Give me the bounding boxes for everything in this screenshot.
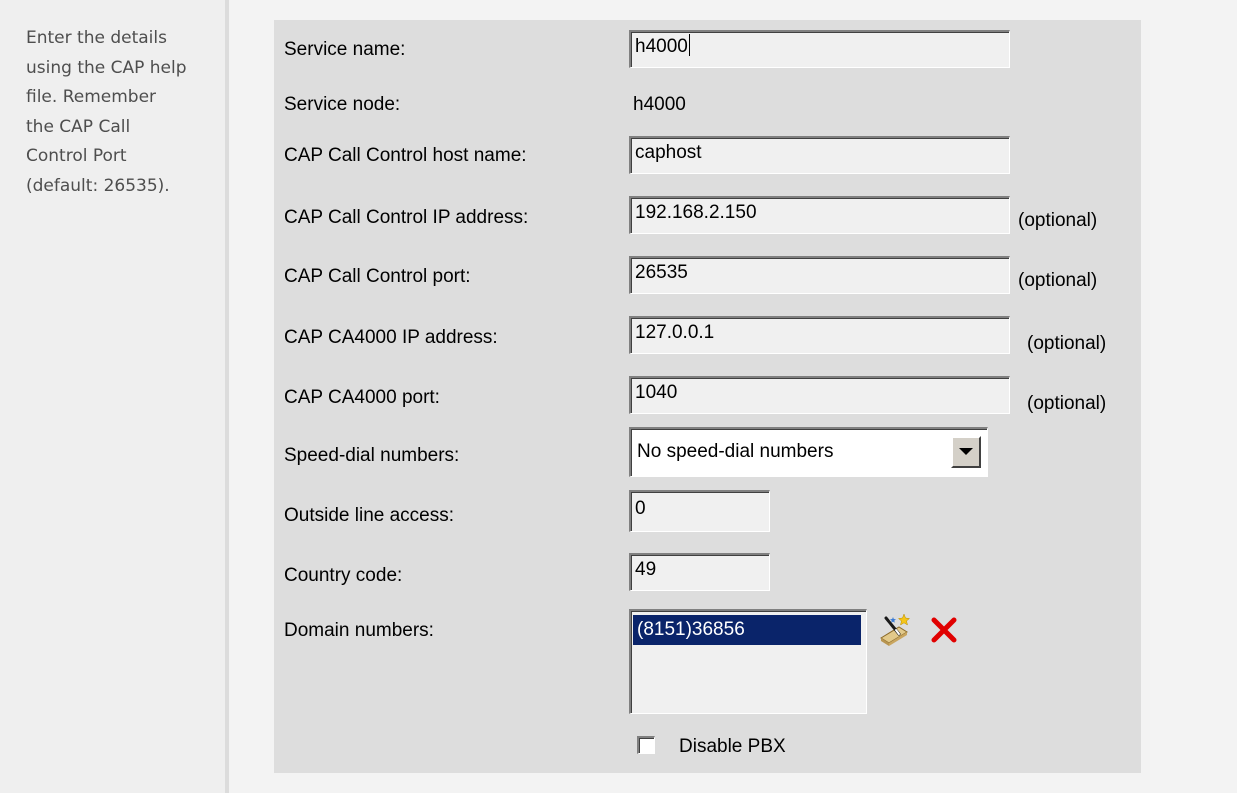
cc-host-input[interactable]: caphost: [629, 136, 1010, 174]
speed-dial-selected: No speed-dial numbers: [637, 441, 834, 462]
outside-line-label: Outside line access:: [284, 505, 455, 526]
help-sidebar: Enter the details using the CAP help fil…: [0, 0, 225, 793]
ca4000-ip-label: CAP CA4000 IP address:: [284, 327, 498, 348]
ca4000-port-value: 1040: [635, 382, 678, 403]
ca4000-port-input[interactable]: 1040: [629, 376, 1010, 414]
domain-numbers-label: Domain numbers:: [284, 620, 434, 641]
cc-port-label: CAP Call Control port:: [284, 266, 471, 287]
ca4000-ip-value: 127.0.0.1: [635, 322, 715, 343]
disable-pbx-label[interactable]: Disable PBX: [679, 736, 786, 758]
cc-ip-optional-note: (optional): [1018, 210, 1098, 231]
delete-x-icon[interactable]: [929, 615, 959, 645]
service-node-value: h4000: [633, 94, 686, 115]
cc-port-value: 26535: [635, 262, 688, 283]
outside-line-input[interactable]: 0: [629, 490, 770, 532]
country-code-input[interactable]: 49: [629, 553, 770, 591]
ca4000-port-optional-note: (optional): [1027, 393, 1107, 414]
domain-numbers-list[interactable]: (8151)36856: [629, 609, 867, 714]
cc-ip-input[interactable]: 192.168.2.150: [629, 196, 1010, 234]
service-node-label: Service node:: [284, 94, 401, 115]
service-name-label: Service name:: [284, 39, 406, 60]
disable-pbx-checkbox[interactable]: [637, 736, 655, 754]
cc-ip-value: 192.168.2.150: [635, 202, 757, 223]
ca4000-ip-input[interactable]: 127.0.0.1: [629, 316, 1010, 354]
country-code-value: 49: [635, 559, 657, 580]
help-text: Enter the details using the CAP help fil…: [26, 28, 187, 196]
cc-port-optional-note: (optional): [1018, 270, 1098, 291]
service-name-input[interactable]: h4000: [629, 30, 1010, 68]
speed-dial-label: Speed-dial numbers:: [284, 445, 460, 466]
service-name-value: h4000: [635, 36, 688, 57]
edit-wand-icon[interactable]: [877, 612, 911, 646]
ca4000-ip-optional-note: (optional): [1027, 333, 1107, 354]
cc-host-label: CAP Call Control host name:: [284, 145, 527, 166]
outside-line-value: 0: [635, 498, 646, 519]
list-item[interactable]: (8151)36856: [633, 615, 861, 645]
chevron-down-icon[interactable]: [951, 436, 981, 468]
ca4000-port-label: CAP CA4000 port:: [284, 387, 440, 408]
cc-ip-label: CAP Call Control IP address:: [284, 207, 529, 228]
cc-port-input[interactable]: 26535: [629, 256, 1010, 294]
country-code-label: Country code:: [284, 565, 403, 586]
text-caret: [688, 34, 690, 56]
cc-host-value: caphost: [635, 142, 702, 163]
speed-dial-select[interactable]: No speed-dial numbers: [629, 427, 988, 477]
